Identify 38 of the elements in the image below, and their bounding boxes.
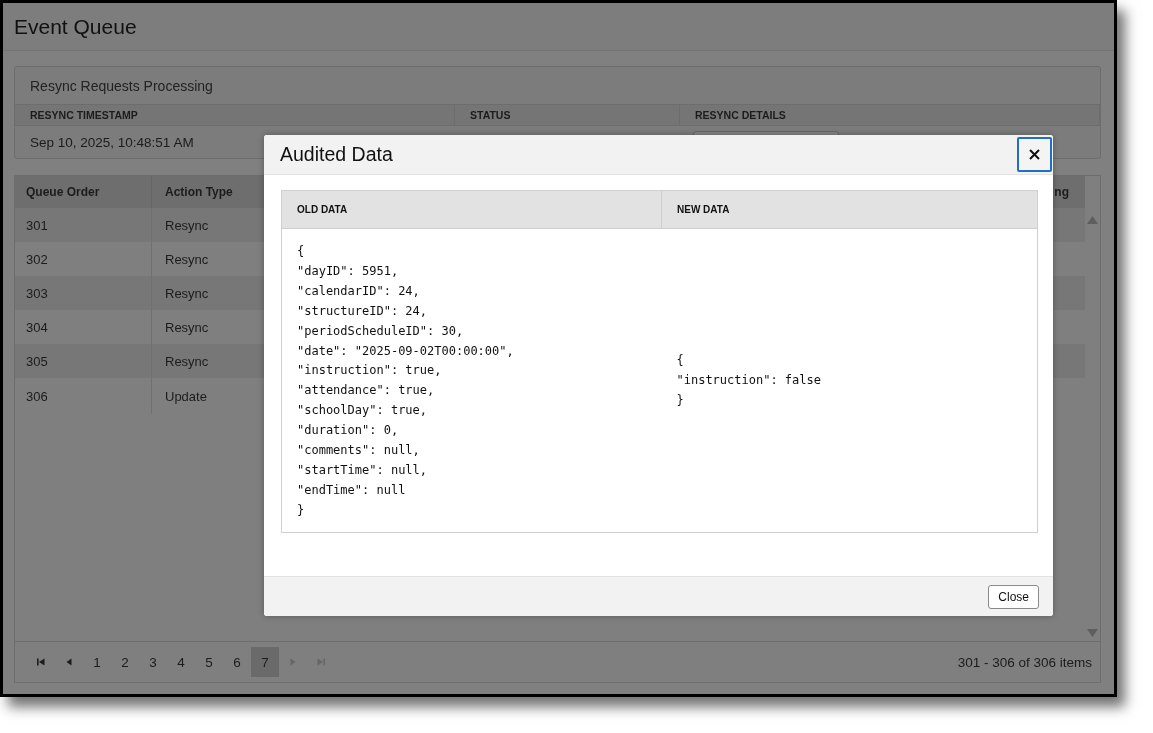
column-header: NEW DATA [661, 190, 1038, 229]
table-cell: 306 [26, 388, 48, 404]
page-button[interactable]: 2 [111, 647, 139, 677]
panel-title: Resync Requests Processing [30, 77, 213, 94]
page-title: Event Queue [14, 14, 137, 39]
column-header[interactable]: Action Type [165, 185, 233, 199]
table-cell-text: Resync [164, 251, 209, 267]
close-button[interactable]: Close [988, 584, 1039, 609]
column-header: RESYNC TIMESTAMP [15, 105, 455, 125]
table-cell: 301 [26, 217, 48, 233]
page-button[interactable]: 6 [223, 647, 251, 677]
page-button[interactable]: 1 [83, 647, 111, 677]
column-header[interactable]: ng [1054, 185, 1069, 199]
table-cell-text: Resync [164, 353, 209, 369]
table-cell-text: Resync [164, 285, 209, 301]
close-icon[interactable] [1017, 137, 1052, 172]
page-button[interactable]: 3 [139, 647, 167, 677]
page-button[interactable]: 5 [195, 647, 223, 677]
scroll-up-icon[interactable] [1087, 216, 1098, 224]
table-cell: 304 [26, 319, 48, 335]
items-summary: 301 - 306 of 306 items [957, 654, 1092, 670]
table-cell: 303 [26, 285, 48, 301]
table-cell-text: Update [164, 388, 207, 404]
table-cell-text: Sep 10, 2025, 10:48:51 AM [30, 133, 194, 152]
dialog-title: Audited Data [280, 143, 393, 166]
scroll-down-icon[interactable] [1087, 629, 1098, 637]
column-header: OLD DATA [281, 190, 662, 229]
column-header[interactable]: Queue Order [26, 185, 100, 199]
old-data-json: { "dayID": 5951, "calendarID": 24, "structureID": 24, "periodScheduleID": 30, "date": "2025-09-02T00:00:00", "instruction": true, "attendance": true, "schoolDay": true, "duration": 0, "comments": null, "startTime": null, "endTime": null } [297, 243, 515, 519]
table-cell-text: Resync [164, 319, 209, 335]
page-button[interactable]: 4 [167, 647, 195, 677]
new-data-json: { "instruction": false } [676, 352, 822, 410]
column-header: STATUS [455, 105, 680, 125]
table-cell-text: Resync [164, 217, 209, 233]
table-cell: 302 [26, 251, 48, 267]
column-header: RESYNC DETAILS [680, 105, 1100, 125]
table-cell: 305 [26, 353, 48, 369]
page-button[interactable]: 7 [251, 647, 279, 677]
